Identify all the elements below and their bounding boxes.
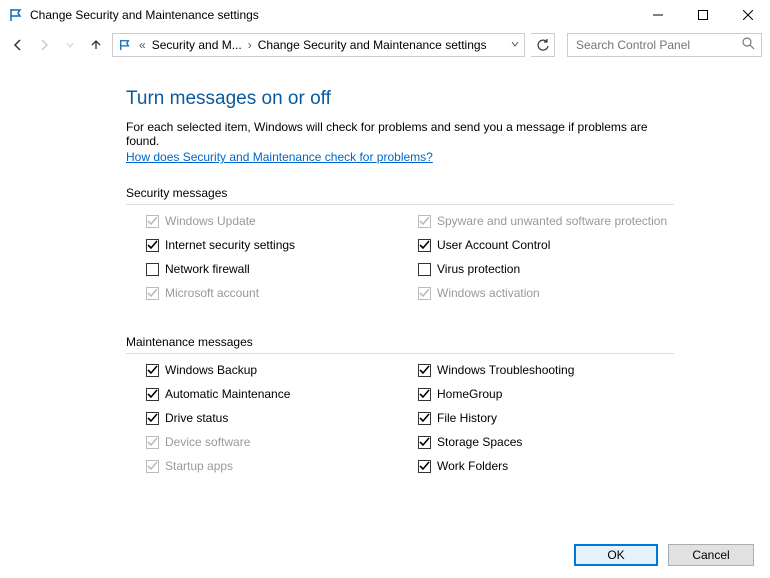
checkbox-option[interactable]: File History <box>418 410 690 426</box>
checkbox-icon[interactable] <box>418 239 431 252</box>
page-description: For each selected item, Windows will che… <box>126 120 680 148</box>
checkbox-label: Microsoft account <box>165 286 259 300</box>
checkbox-option[interactable]: Drive status <box>146 410 418 426</box>
address-dropdown-icon[interactable] <box>510 38 520 52</box>
search-input[interactable] <box>574 37 742 53</box>
checkbox-icon[interactable] <box>418 436 431 449</box>
checkbox-label: Windows activation <box>437 286 540 300</box>
checkbox-icon[interactable] <box>146 364 159 377</box>
back-button[interactable] <box>8 35 28 55</box>
checkbox-option: Microsoft account <box>146 285 418 301</box>
checkbox-option[interactable]: Storage Spaces <box>418 434 690 450</box>
checkbox-label: Spyware and unwanted software protection <box>437 214 667 228</box>
flag-icon <box>8 7 24 23</box>
cancel-button[interactable]: Cancel <box>668 544 754 566</box>
checkbox-label: Device software <box>165 435 250 449</box>
checkbox-option[interactable]: Network firewall <box>146 261 418 277</box>
checkbox-label: Automatic Maintenance <box>165 387 290 401</box>
checkbox-icon <box>146 215 159 228</box>
chevron-right-icon: › <box>246 38 254 52</box>
chevron-left-icon: « <box>137 38 148 52</box>
main-content: Turn messages on or off For each selecte… <box>0 60 680 474</box>
maintenance-options-grid: Windows Backup Windows Troubleshooting Aut… <box>126 362 680 474</box>
maintenance-section-header: Maintenance messages <box>126 335 674 354</box>
checkbox-option[interactable]: User Account Control <box>418 237 690 253</box>
checkbox-option: Startup apps <box>146 458 418 474</box>
checkbox-label: Internet security settings <box>165 238 295 252</box>
checkbox-option: Windows Update <box>146 213 418 229</box>
checkbox-option: Device software <box>146 434 418 450</box>
checkbox-label: Storage Spaces <box>437 435 522 449</box>
forward-button[interactable] <box>34 35 54 55</box>
checkbox-icon[interactable] <box>418 364 431 377</box>
checkbox-option[interactable]: Internet security settings <box>146 237 418 253</box>
checkbox-option[interactable]: HomeGroup <box>418 386 690 402</box>
checkbox-label: Network firewall <box>165 262 250 276</box>
checkbox-icon[interactable] <box>146 388 159 401</box>
close-button[interactable] <box>725 0 770 30</box>
ok-button[interactable]: OK <box>574 544 658 566</box>
search-box[interactable] <box>567 33 762 57</box>
checkbox-icon <box>146 287 159 300</box>
checkbox-option[interactable]: Windows Backup <box>146 362 418 378</box>
checkbox-option[interactable]: Virus protection <box>418 261 690 277</box>
address-bar[interactable]: « Security and M... › Change Security an… <box>112 33 525 57</box>
window-title: Change Security and Maintenance settings <box>30 8 635 22</box>
checkbox-icon <box>418 215 431 228</box>
checkbox-option[interactable]: Windows Troubleshooting <box>418 362 690 378</box>
checkbox-icon <box>146 460 159 473</box>
checkbox-icon[interactable] <box>418 263 431 276</box>
checkbox-label: Windows Update <box>165 214 256 228</box>
recent-dropdown-icon[interactable] <box>60 35 80 55</box>
checkbox-icon <box>418 287 431 300</box>
help-link[interactable]: How does Security and Maintenance check … <box>126 150 433 164</box>
checkbox-label: Windows Troubleshooting <box>437 363 574 377</box>
checkbox-label: HomeGroup <box>437 387 502 401</box>
checkbox-label: User Account Control <box>437 238 550 252</box>
security-section-header: Security messages <box>126 186 674 205</box>
checkbox-icon[interactable] <box>418 388 431 401</box>
checkbox-label: Windows Backup <box>165 363 257 377</box>
security-options-grid: Windows Update Spyware and unwanted softw… <box>126 213 680 301</box>
breadcrumb-item[interactable]: Change Security and Maintenance settings <box>258 38 487 52</box>
checkbox-label: Virus protection <box>437 262 520 276</box>
checkbox-label: Startup apps <box>165 459 233 473</box>
page-title: Turn messages on or off <box>126 88 680 110</box>
minimize-button[interactable] <box>635 0 680 30</box>
flag-icon <box>117 37 133 53</box>
checkbox-option[interactable]: Work Folders <box>418 458 690 474</box>
up-button[interactable] <box>86 35 106 55</box>
footer-buttons: OK Cancel <box>574 544 754 566</box>
checkbox-option[interactable]: Automatic Maintenance <box>146 386 418 402</box>
checkbox-icon[interactable] <box>146 412 159 425</box>
checkbox-option: Windows activation <box>418 285 690 301</box>
search-icon[interactable] <box>742 37 755 53</box>
checkbox-icon[interactable] <box>146 263 159 276</box>
checkbox-icon[interactable] <box>146 239 159 252</box>
refresh-button[interactable] <box>531 33 555 57</box>
checkbox-label: File History <box>437 411 497 425</box>
breadcrumb-item[interactable]: Security and M... <box>152 38 242 52</box>
checkbox-icon <box>146 436 159 449</box>
checkbox-label: Drive status <box>165 411 228 425</box>
checkbox-icon[interactable] <box>418 412 431 425</box>
checkbox-icon[interactable] <box>418 460 431 473</box>
navbar: « Security and M... › Change Security an… <box>0 30 770 60</box>
titlebar: Change Security and Maintenance settings <box>0 0 770 30</box>
maximize-button[interactable] <box>680 0 725 30</box>
checkbox-label: Work Folders <box>437 459 508 473</box>
checkbox-option: Spyware and unwanted software protection <box>418 213 690 229</box>
